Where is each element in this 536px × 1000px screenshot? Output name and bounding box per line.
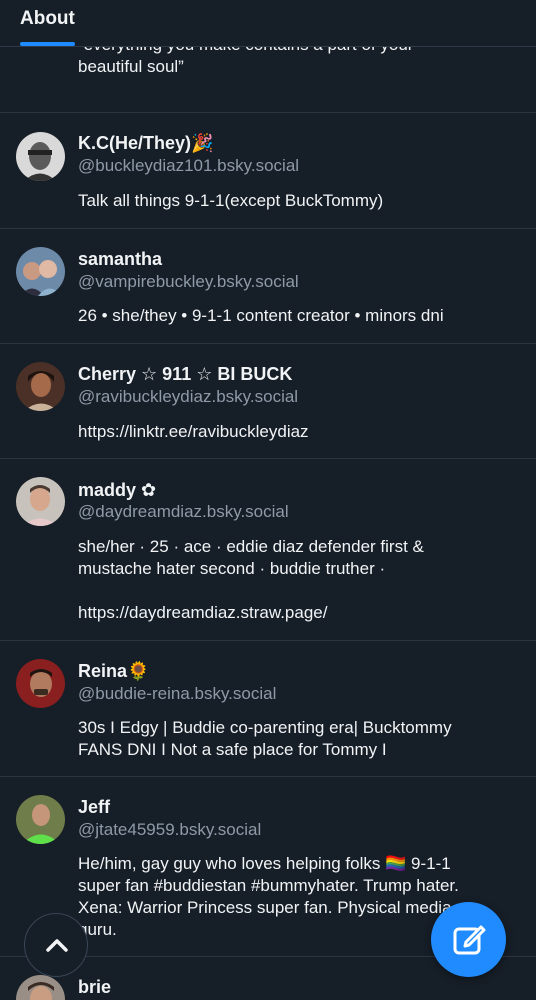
handle[interactable]: @ravibuckleydiaz.bsky.social (78, 387, 298, 407)
display-name[interactable]: Jeff (78, 797, 110, 818)
display-name[interactable]: samantha (78, 249, 162, 270)
handle[interactable]: @buddie-reina.bsky.social (78, 684, 276, 704)
list-item[interactable]: Cherry ☆ 911 ☆ BI BUCK @ravibuckleydiaz.… (0, 343, 536, 458)
avatar[interactable] (16, 975, 65, 1000)
list-item[interactable]: Reina🌻 @buddie-reina.bsky.social 30s I E… (0, 640, 536, 776)
display-name[interactable]: brie (78, 977, 111, 998)
list-item[interactable]: samantha @vampirebuckley.bsky.social 26 … (0, 228, 536, 343)
bio: 30s I Edgy | Buddie co-parenting era| Bu… (78, 718, 452, 759)
bio: she/her · 25 · ace · eddie diaz defender… (78, 537, 424, 622)
list-item[interactable]: K.C(He/They)🎉 @buckleydiaz101.bsky.socia… (0, 112, 536, 228)
handle[interactable]: @jtate45959.bsky.social (78, 820, 261, 840)
bio-link[interactable]: https://linktr.ee/ravibuckleydiaz (78, 421, 518, 443)
compose-icon (453, 925, 486, 955)
display-name[interactable]: Reina🌻 (78, 661, 149, 682)
tab-about-label: About (20, 8, 75, 29)
avatar[interactable] (16, 247, 65, 296)
avatar[interactable] (16, 477, 65, 526)
display-name[interactable]: Cherry ☆ 911 ☆ BI BUCK (78, 364, 292, 385)
scroll-to-top-button[interactable] (24, 913, 88, 977)
handle[interactable]: @daydreamdiaz.bsky.social (78, 502, 289, 522)
avatar[interactable] (16, 132, 65, 181)
bio: 26 • she/they • 9-1-1 content creator • … (78, 306, 444, 325)
compose-button[interactable] (431, 902, 506, 977)
chevron-up-icon (46, 939, 68, 952)
header: About (0, 0, 536, 47)
handle[interactable]: @vampirebuckley.bsky.social (78, 272, 299, 292)
display-name[interactable]: maddy ✿ (78, 480, 156, 501)
display-name[interactable]: K.C(He/They)🎉 (78, 133, 213, 154)
list-item[interactable]: maddy ✿ @daydreamdiaz.bsky.social she/he… (0, 458, 536, 640)
handle[interactable]: @buckleydiaz101.bsky.social (78, 156, 299, 176)
avatar[interactable] (16, 362, 65, 411)
bio: Talk all things 9-1-1(except BuckTommy) (78, 191, 384, 210)
avatar[interactable] (16, 659, 65, 708)
tab-active-indicator (20, 42, 75, 46)
description-line: beautiful soul” (78, 57, 184, 76)
avatar[interactable] (16, 795, 65, 844)
tab-about[interactable]: About (20, 0, 75, 47)
